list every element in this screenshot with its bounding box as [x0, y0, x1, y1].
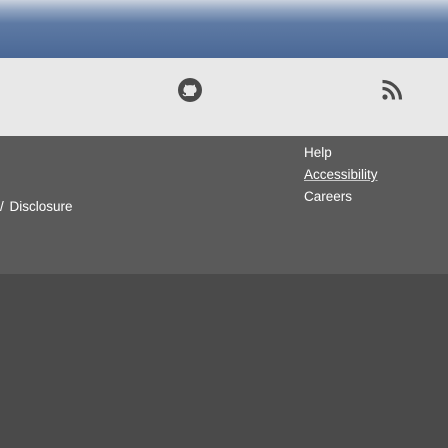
- footer-left-links: / Disclosure: [0, 196, 73, 218]
- disclosure-link[interactable]: Disclosure: [10, 199, 73, 214]
- help-link[interactable]: Help: [304, 142, 378, 164]
- careers-link[interactable]: Careers: [304, 186, 378, 208]
- github-link[interactable]: [170, 70, 210, 110]
- bottom-band: [0, 274, 448, 448]
- footer-links-column: Help Accessibility Careers: [304, 142, 378, 208]
- header-band: [0, 0, 448, 58]
- github-icon: [178, 78, 202, 102]
- accessibility-link[interactable]: Accessibility: [304, 164, 378, 186]
- footer-separator: /: [0, 199, 4, 214]
- rss-icon: [382, 79, 403, 100]
- rss-link[interactable]: [372, 70, 412, 110]
